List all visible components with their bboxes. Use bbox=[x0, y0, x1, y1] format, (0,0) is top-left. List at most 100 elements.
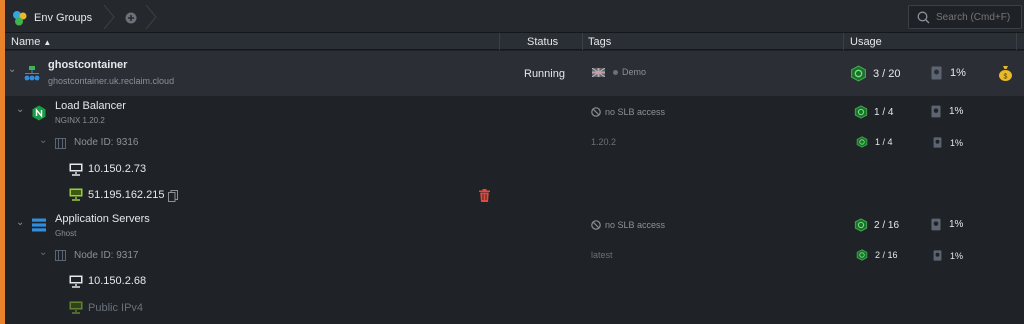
disk-value: 1% bbox=[949, 219, 964, 230]
node-group-version: NGINX 1.20.2 bbox=[55, 116, 105, 125]
cloudlet-icon bbox=[854, 105, 868, 119]
add-tab-button[interactable] bbox=[113, 4, 149, 31]
environment-disk-usage[interactable]: 1% bbox=[931, 66, 966, 80]
disk-icon bbox=[933, 137, 942, 148]
private-ip-address[interactable]: 10.150.2.68 bbox=[88, 275, 146, 287]
plus-circle-icon bbox=[125, 12, 137, 23]
cloudlet-icon bbox=[856, 249, 868, 261]
env-groups-icon bbox=[13, 10, 27, 25]
node-id[interactable]: Node ID: 9316 bbox=[74, 137, 139, 148]
disk-value: 1% bbox=[949, 106, 964, 117]
public-ip-address[interactable]: 51.195.162.215 bbox=[88, 189, 164, 201]
node-id[interactable]: Node ID: 9317 bbox=[74, 250, 139, 261]
disk-value: 1% bbox=[950, 250, 964, 261]
column-header-row: Name ▲ Status Tags Usage bbox=[5, 33, 1024, 50]
column-header-status[interactable]: Status bbox=[527, 36, 558, 48]
disk-icon bbox=[931, 105, 941, 118]
tag-dot-icon bbox=[613, 69, 618, 75]
column-header-name[interactable]: Name ▲ bbox=[11, 36, 51, 48]
cloudlets-value: 1 / 4 bbox=[874, 106, 894, 118]
collapse-chevron-icon[interactable]: ⌄ bbox=[16, 217, 24, 228]
sort-ascending-icon: ▲ bbox=[43, 38, 52, 47]
uk-flag-icon bbox=[592, 67, 605, 77]
collapse-chevron-icon[interactable]: ⌄ bbox=[39, 135, 47, 146]
environment-name[interactable]: ghostcontainer bbox=[48, 59, 127, 71]
cloudlets-value: 2 / 16 bbox=[875, 250, 898, 260]
delete-trash-icon[interactable] bbox=[479, 189, 490, 202]
column-header-name-label: Name bbox=[11, 36, 41, 48]
node-group-stack: Ghost bbox=[55, 229, 77, 238]
collapse-chevron-icon[interactable]: ⌄ bbox=[16, 104, 24, 115]
node-group-cloudlets[interactable]: 1 / 4 bbox=[854, 105, 893, 119]
search-box[interactable] bbox=[908, 5, 1022, 29]
ip-row-public-placeholder[interactable]: Public IPv4 bbox=[5, 294, 1024, 324]
environment-domain[interactable]: ghostcontainer.uk.reclaim.cloud bbox=[48, 76, 174, 86]
slb-access-label: no SLB access bbox=[605, 107, 666, 117]
private-ip-address[interactable]: 10.150.2.73 bbox=[88, 163, 146, 175]
disk-value: 1% bbox=[950, 137, 964, 148]
column-divider bbox=[1016, 33, 1017, 50]
node-group-disk-usage[interactable]: 1% bbox=[931, 105, 963, 118]
column-divider bbox=[582, 33, 583, 50]
node-icon bbox=[55, 250, 66, 261]
node-disk-usage[interactable]: 1% bbox=[933, 137, 963, 148]
node-group-row-application-servers[interactable]: ⌄ Application Servers Ghost no SLB acces… bbox=[5, 208, 1024, 242]
add-public-ip-link[interactable]: Public IPv4 bbox=[88, 302, 143, 314]
public-ip-icon bbox=[69, 188, 83, 201]
node-group-row-load-balancer[interactable]: ⌄ Load Balancer NGINX 1.20.2 no SLB acce… bbox=[5, 96, 1024, 130]
private-ip-icon bbox=[69, 275, 83, 288]
node-tag: latest bbox=[591, 250, 613, 260]
node-group-disk-usage[interactable]: 1% bbox=[931, 218, 963, 231]
cloudlets-value: 2 / 16 bbox=[874, 219, 900, 231]
environment-cloudlets[interactable]: 3 / 20 bbox=[850, 65, 901, 82]
node-cloudlets[interactable]: 1 / 4 bbox=[856, 136, 893, 148]
tab-env-groups[interactable]: Env Groups bbox=[5, 4, 110, 31]
node-row-9316[interactable]: ⌄ Node ID: 9316 1.20.2 1 / 4 1% bbox=[5, 130, 1024, 157]
app-server-icon bbox=[32, 218, 46, 232]
private-ip-icon bbox=[69, 163, 83, 176]
cloudlet-icon bbox=[854, 218, 868, 232]
slb-access-tag: no SLB access bbox=[591, 220, 665, 230]
environment-icon bbox=[24, 66, 40, 81]
slb-access-tag: no SLB access bbox=[591, 107, 665, 117]
nginx-icon bbox=[32, 105, 46, 121]
column-divider bbox=[843, 33, 844, 50]
collapse-chevron-icon[interactable]: ⌄ bbox=[8, 64, 16, 75]
node-tag: 1.20.2 bbox=[591, 137, 617, 147]
ip-row-private[interactable]: 10.150.2.73 bbox=[5, 157, 1024, 182]
search-icon bbox=[917, 11, 930, 23]
disk-icon bbox=[931, 218, 941, 231]
column-header-tags[interactable]: Tags bbox=[588, 36, 611, 48]
environment-row[interactable]: ⌄ ghostcontainer ghostcontainer.uk.recla… bbox=[5, 51, 1024, 96]
column-divider bbox=[499, 33, 500, 50]
node-group-name: Application Servers bbox=[55, 213, 150, 225]
search-input[interactable] bbox=[936, 11, 1020, 23]
tab-env-groups-label: Env Groups bbox=[34, 11, 93, 24]
ip-row-public[interactable]: 51.195.162.215 bbox=[5, 182, 1024, 208]
environment-tags[interactable]: Demo bbox=[592, 67, 646, 77]
breadcrumb-chevron-icon bbox=[145, 5, 157, 29]
node-icon bbox=[55, 138, 66, 149]
node-group-name: Load Balancer bbox=[55, 100, 126, 112]
node-disk-usage[interactable]: 1% bbox=[933, 250, 963, 261]
cloudlet-icon bbox=[856, 136, 868, 148]
column-header-usage[interactable]: Usage bbox=[850, 36, 882, 48]
node-group-cloudlets[interactable]: 2 / 16 bbox=[854, 218, 899, 232]
tag-demo: Demo bbox=[622, 67, 647, 77]
no-access-icon bbox=[591, 107, 601, 117]
slb-access-label: no SLB access bbox=[605, 220, 666, 230]
node-cloudlets[interactable]: 2 / 16 bbox=[856, 249, 898, 261]
billing-money-bag-icon[interactable]: $ bbox=[998, 65, 1013, 81]
copy-icon[interactable] bbox=[168, 190, 178, 202]
cloudlets-value: 1 / 4 bbox=[875, 137, 893, 147]
collapse-chevron-icon[interactable]: ⌄ bbox=[39, 247, 47, 258]
environment-status: Running bbox=[524, 68, 565, 80]
node-row-9317[interactable]: ⌄ Node ID: 9317 latest 2 / 16 1% bbox=[5, 242, 1024, 269]
cloudlets-value: 3 / 20 bbox=[873, 67, 901, 80]
top-toolbar: Env Groups bbox=[5, 0, 1024, 33]
disk-icon bbox=[931, 66, 942, 80]
ip-row-private[interactable]: 10.150.2.68 bbox=[5, 269, 1024, 294]
cloudlet-icon bbox=[851, 65, 866, 82]
public-ip-icon bbox=[69, 301, 83, 314]
disk-value: 1% bbox=[950, 67, 966, 79]
